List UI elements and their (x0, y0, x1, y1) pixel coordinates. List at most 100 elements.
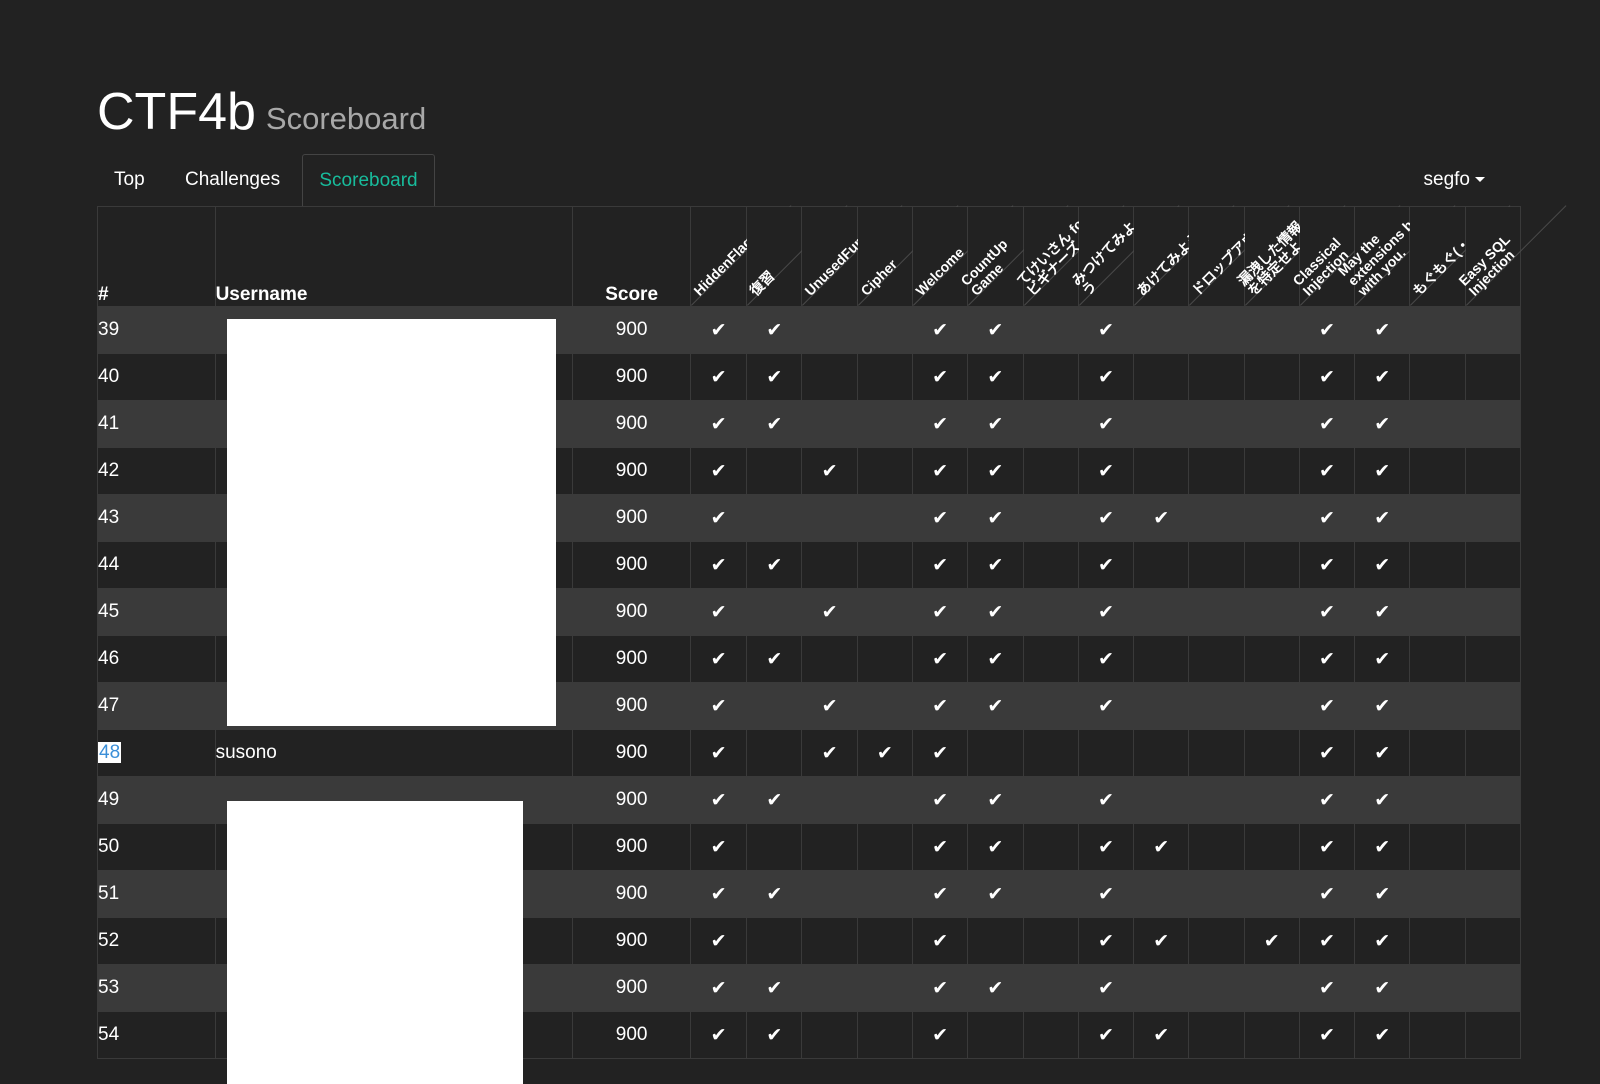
unsolved-cell (801, 776, 858, 824)
unsolved-cell (1464, 729, 1522, 777)
rank-value[interactable]: 48 (98, 742, 122, 763)
check-icon: ✔ (1298, 776, 1356, 824)
score-cell: 900 (572, 870, 691, 918)
check-icon: ✔ (1298, 917, 1356, 965)
rank-value: 40 (98, 366, 120, 387)
score-cell: 900 (572, 541, 691, 589)
unsolved-cell (801, 1011, 858, 1059)
unsolved-cell (1409, 541, 1466, 589)
challenge-header: May the extensions be with you. (1335, 205, 1456, 307)
unsolved-cell (1409, 917, 1466, 965)
rank-cell: 50 (97, 823, 216, 871)
challenge-name: 復習 (746, 267, 778, 299)
rank-value: 43 (98, 507, 120, 528)
unsolved-cell (1243, 682, 1300, 730)
check-icon: ✔ (1077, 682, 1135, 730)
check-icon: ✔ (1077, 1011, 1135, 1059)
unsolved-cell (1133, 447, 1190, 495)
unsolved-cell (856, 776, 913, 824)
table-row[interactable]: 48 susono 900 ✔ ✔ ✔ ✔ ✔ ✔ (97, 729, 1522, 777)
score-cell: 900 (572, 1011, 691, 1059)
unsolved-cell (856, 447, 913, 495)
tab-challenges[interactable]: Challenges (185, 154, 280, 206)
check-icon: ✔ (1077, 870, 1135, 918)
unsolved-cell (967, 729, 1024, 777)
check-icon: ✔ (1354, 447, 1411, 495)
check-icon: ✔ (746, 870, 803, 918)
rank-value: 42 (98, 460, 120, 481)
unsolved-cell (746, 447, 803, 495)
caret-down-icon (1475, 177, 1485, 183)
check-icon: ✔ (1077, 823, 1135, 871)
rank-cell: 40 (97, 353, 216, 401)
unsolved-cell (1464, 823, 1522, 871)
unsolved-cell (856, 588, 913, 636)
rank-cell: 53 (97, 964, 216, 1012)
check-icon: ✔ (746, 964, 803, 1012)
unsolved-cell (1022, 1011, 1079, 1059)
check-icon: ✔ (801, 588, 858, 636)
check-icon: ✔ (911, 776, 969, 824)
check-icon: ✔ (1077, 964, 1135, 1012)
unsolved-cell (1464, 870, 1522, 918)
unsolved-cell (1243, 447, 1300, 495)
unsolved-cell (1409, 729, 1466, 777)
tab-scoreboard[interactable]: Scoreboard (302, 154, 435, 206)
check-icon: ✔ (689, 635, 748, 683)
check-icon: ✔ (967, 400, 1024, 448)
tab-top[interactable]: Top (114, 154, 145, 206)
unsolved-cell (746, 729, 803, 777)
rank-value: 54 (98, 1024, 120, 1045)
rank-value: 53 (98, 977, 120, 998)
check-icon: ✔ (689, 729, 748, 777)
unsolved-cell (1188, 776, 1245, 824)
unsolved-cell (856, 917, 913, 965)
username-header: Username (214, 206, 574, 307)
check-icon: ✔ (1354, 964, 1411, 1012)
unsolved-cell (856, 353, 913, 401)
unsolved-cell (1188, 964, 1245, 1012)
unsolved-cell (801, 353, 858, 401)
challenge-header: ドロップアウト (1188, 205, 1290, 307)
check-icon: ✔ (689, 494, 748, 542)
score-cell: 900 (572, 494, 691, 542)
check-icon: ✔ (1298, 541, 1356, 589)
score-cell: 900 (572, 823, 691, 871)
page-title: CTF4b Scoreboard (97, 82, 426, 142)
check-icon: ✔ (967, 541, 1024, 589)
unsolved-cell (1243, 729, 1300, 777)
unsolved-cell (1464, 964, 1522, 1012)
unsolved-cell (1022, 541, 1079, 589)
check-icon: ✔ (1354, 682, 1411, 730)
check-icon: ✔ (1077, 917, 1135, 965)
user-menu[interactable]: segfo (1424, 154, 1485, 206)
unsolved-cell (1464, 1011, 1522, 1059)
check-icon: ✔ (911, 682, 969, 730)
unsolved-cell (1409, 494, 1466, 542)
rank-value: 51 (98, 883, 120, 904)
challenge-header: 漏洩した情報 を特定せよ (1234, 205, 1345, 307)
challenge-name: HiddenFlag (690, 233, 756, 299)
check-icon: ✔ (1354, 823, 1411, 871)
check-icon: ✔ (689, 823, 748, 871)
unsolved-cell (746, 823, 803, 871)
rank-value: 41 (98, 413, 120, 434)
unsolved-cell (1464, 682, 1522, 730)
unsolved-cell (1133, 306, 1190, 354)
rank-cell: 42 (97, 447, 216, 495)
check-icon: ✔ (967, 447, 1024, 495)
check-icon: ✔ (967, 870, 1024, 918)
unsolved-cell (1409, 776, 1466, 824)
unsolved-cell (1022, 447, 1079, 495)
unsolved-cell (1464, 306, 1522, 354)
check-icon: ✔ (1354, 870, 1411, 918)
unsolved-cell (1409, 682, 1466, 730)
unsolved-cell (1077, 729, 1135, 777)
username-cell[interactable]: susono (214, 729, 574, 777)
redaction-box (227, 801, 523, 1084)
check-icon: ✔ (1077, 400, 1135, 448)
unsolved-cell (1243, 964, 1300, 1012)
check-icon: ✔ (911, 306, 969, 354)
rank-cell: 47 (97, 682, 216, 730)
unsolved-cell (1464, 447, 1522, 495)
